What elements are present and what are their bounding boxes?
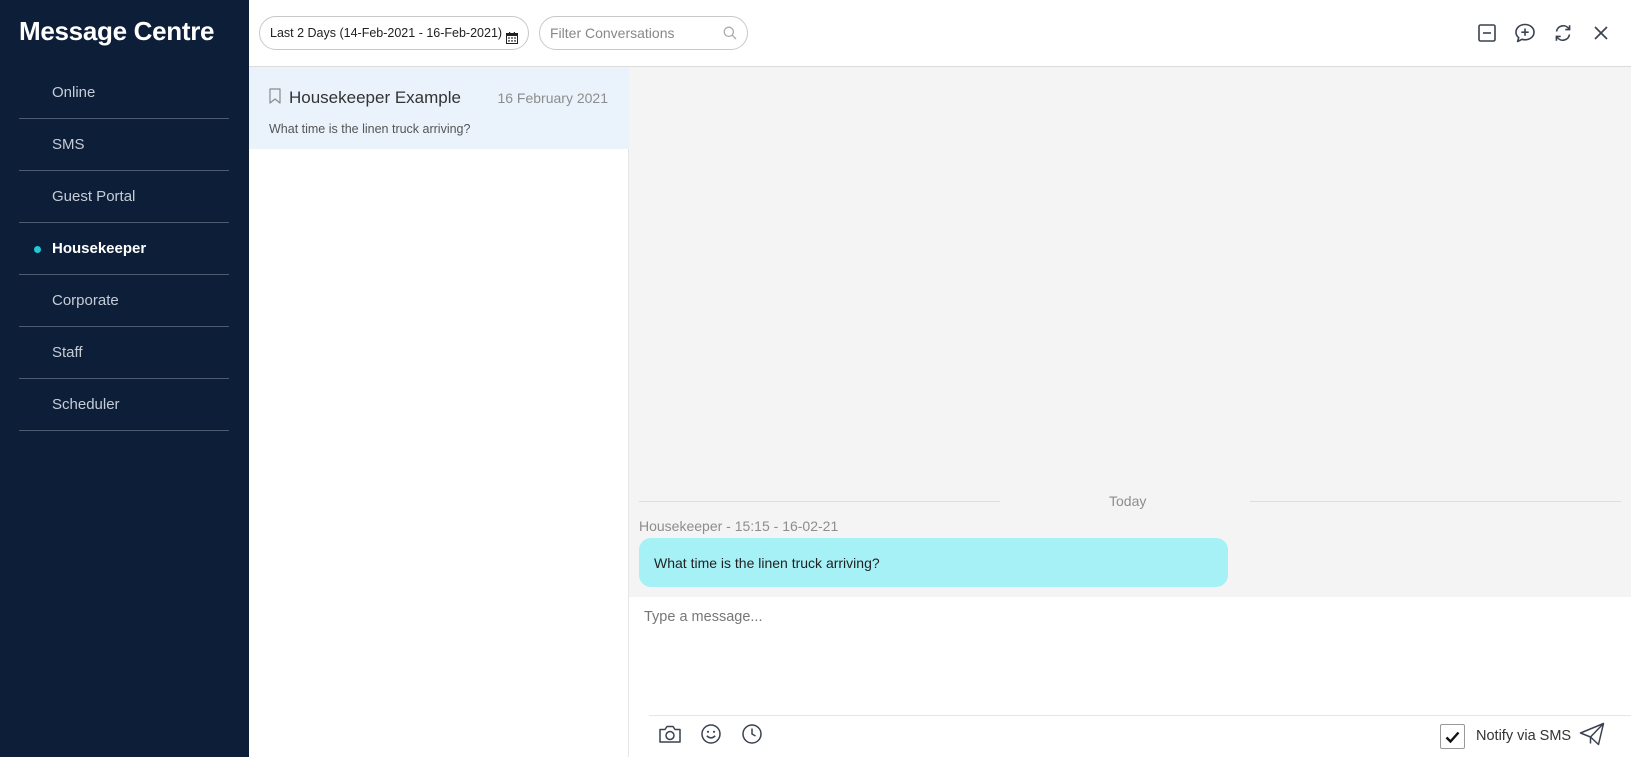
send-icon[interactable]	[1577, 719, 1607, 749]
sidebar-item-guest-portal[interactable]: Guest Portal	[19, 171, 229, 223]
conversation-preview: What time is the linen truck arriving?	[269, 122, 471, 136]
date-range-label: Last 2 Days (14-Feb-2021 - 16-Feb-2021)	[270, 26, 503, 40]
conversation-title: Housekeeper Example	[289, 88, 461, 107]
clock-icon[interactable]	[737, 719, 767, 749]
camera-icon[interactable]	[655, 719, 685, 749]
filter-conversations-box	[539, 16, 748, 50]
notify-sms-label: Notify via SMS	[1476, 728, 1572, 744]
bookmark-icon[interactable]	[269, 88, 281, 109]
sidebar-item-label: Corporate	[52, 292, 119, 309]
conversation-list: Housekeeper Example 16 February 2021 Wha…	[249, 67, 629, 757]
sidebar-item-label: Guest Portal	[52, 188, 136, 205]
close-icon[interactable]	[1589, 21, 1613, 45]
sidebar-item-label: Scheduler	[52, 396, 120, 413]
notify-sms-checkbox[interactable]	[1440, 724, 1465, 749]
sidebar-item-online[interactable]: Online	[19, 67, 229, 119]
conversation-item[interactable]: Housekeeper Example 16 February 2021 Wha…	[249, 67, 629, 149]
message-bubble: What time is the linen truck arriving?	[639, 538, 1228, 587]
search-icon[interactable]	[723, 26, 737, 45]
sidebar-item-label: Online	[52, 84, 96, 101]
sidebar-item-housekeeper[interactable]: Housekeeper	[19, 223, 229, 275]
top-toolbar: Last 2 Days (14-Feb-2021 - 16-Feb-2021)	[249, 0, 1631, 67]
minimize-icon[interactable]	[1475, 21, 1499, 45]
message-text: What time is the linen truck arriving?	[654, 554, 880, 571]
sidebar-nav: Online SMS Guest Portal Housekeeper Corp…	[19, 67, 229, 431]
sidebar-item-staff[interactable]: Staff	[19, 327, 229, 379]
message-thread: Today Housekeeper - 15:15 - 16-02-21 Wha…	[629, 67, 1631, 597]
message-input[interactable]	[644, 609, 1614, 699]
conversation-date: 16 February 2021	[497, 90, 608, 106]
filter-conversations-input[interactable]	[550, 25, 715, 41]
sidebar-item-scheduler[interactable]: Scheduler	[19, 379, 229, 431]
message-composer: Notify via SMS	[629, 597, 1631, 757]
sidebar-item-label: SMS	[52, 136, 85, 153]
day-divider-line	[1250, 501, 1621, 502]
app-title: Message Centre	[19, 16, 215, 46]
calendar-icon	[506, 32, 518, 47]
date-range-picker[interactable]: Last 2 Days (14-Feb-2021 - 16-Feb-2021)	[259, 16, 529, 50]
message-meta: Housekeeper - 15:15 - 16-02-21	[639, 518, 839, 534]
active-indicator-dot	[34, 246, 41, 253]
sidebar-item-sms[interactable]: SMS	[19, 119, 229, 171]
emoji-icon[interactable]	[696, 719, 726, 749]
new-message-icon[interactable]	[1513, 21, 1537, 45]
checkmark-icon	[1445, 731, 1460, 743]
sidebar-item-corporate[interactable]: Corporate	[19, 275, 229, 327]
sidebar-item-label: Housekeeper	[52, 240, 147, 257]
day-divider-line	[639, 501, 1000, 502]
sidebar: Message Centre Online SMS Guest Portal H…	[0, 0, 249, 757]
refresh-icon[interactable]	[1551, 21, 1575, 45]
composer-divider	[649, 715, 1631, 716]
day-separator-label: Today	[1109, 493, 1147, 509]
sidebar-item-label: Staff	[52, 344, 83, 361]
